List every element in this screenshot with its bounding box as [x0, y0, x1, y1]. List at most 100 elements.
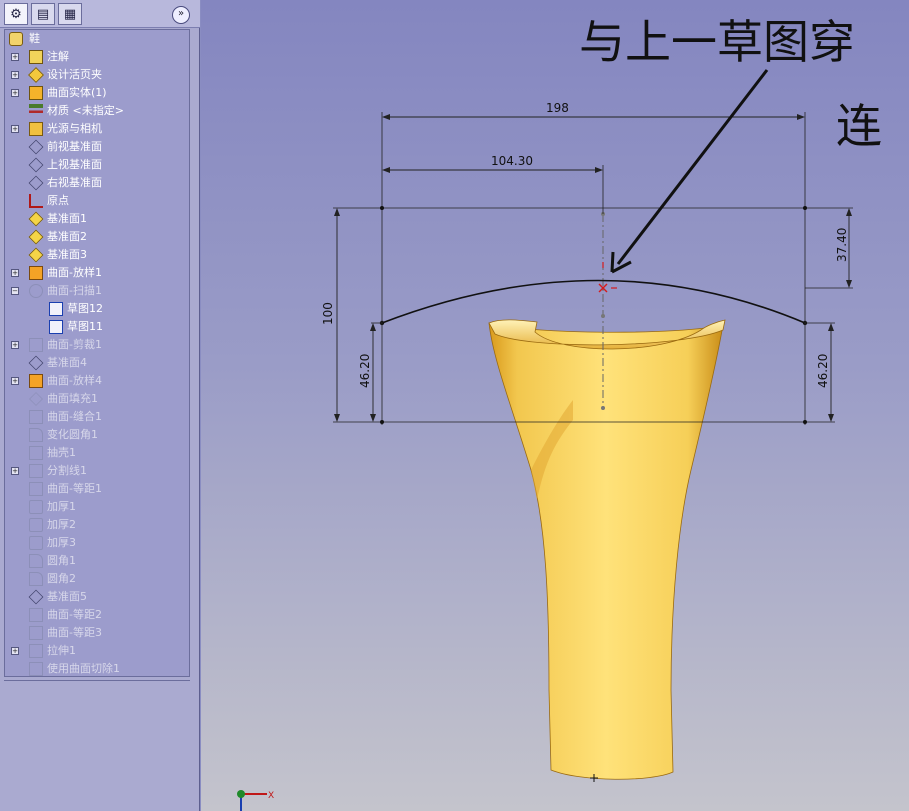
tree-item-label: 材质 <未指定>: [47, 104, 124, 117]
expand-icon[interactable]: +: [11, 377, 19, 385]
tree-item[interactable]: − 曲面-扫描1: [5, 282, 189, 300]
tree-item[interactable]: + 曲面-放样1: [5, 264, 189, 282]
dimension-100[interactable]: 100: [321, 208, 340, 422]
tree-item-label: 原点: [47, 194, 69, 207]
tree-item-label: 基准面5: [47, 590, 87, 603]
expand-icon[interactable]: +: [11, 269, 19, 277]
tree-item[interactable]: 曲面-等距2: [5, 606, 189, 624]
tree-item[interactable]: 基准面2: [5, 228, 189, 246]
coordinate-triad-icon: X: [237, 790, 274, 811]
panel-tab-bar: ⚙ ▤ ▦ »: [0, 0, 200, 28]
tree-item[interactable]: + 曲面-放样4: [5, 372, 189, 390]
tree-item[interactable]: 加厚1: [5, 498, 189, 516]
fillet-icon: [29, 572, 43, 586]
shell-icon: [29, 446, 43, 460]
tree-item[interactable]: 曲面-缝合1: [5, 408, 189, 426]
fillet-icon: [29, 554, 43, 568]
offset-icon: [29, 626, 43, 640]
ref-plane-icon: [28, 211, 44, 227]
trim-icon: [29, 338, 43, 352]
tree-item-label: 曲面实体(1): [47, 86, 107, 99]
dimension-37-40[interactable]: 37.40: [835, 208, 852, 288]
tree-item[interactable]: 右视基准面: [5, 174, 189, 192]
tree-item[interactable]: 圆角1: [5, 552, 189, 570]
tree-item[interactable]: 曲面填充1: [5, 390, 189, 408]
tree-item-label: 曲面-等距1: [47, 482, 102, 495]
tree-item-label: 设计活页夹: [47, 68, 102, 81]
tree-item[interactable]: + 曲面实体(1): [5, 84, 189, 102]
expand-icon[interactable]: +: [11, 467, 19, 475]
tree-item-label: 圆角1: [47, 554, 76, 567]
tree-item-label: 右视基准面: [47, 176, 102, 189]
tree-item[interactable]: 材质 <未指定>: [5, 102, 189, 120]
plane-icon: [28, 175, 44, 191]
pierce-point-icon[interactable]: [598, 262, 617, 293]
tree-item[interactable]: 草图11: [5, 318, 189, 336]
tree-item[interactable]: 原点: [5, 192, 189, 210]
dimension-46-20-right[interactable]: 46.20: [816, 323, 834, 422]
tree-item[interactable]: 变化圆角1: [5, 426, 189, 444]
part-icon: [9, 32, 23, 46]
expand-icon[interactable]: +: [11, 71, 19, 79]
feature-manager-tab-icon[interactable]: ⚙: [4, 3, 28, 25]
tree-item[interactable]: + 拉伸1: [5, 642, 189, 660]
tree-item[interactable]: 抽壳1: [5, 444, 189, 462]
dimension-104-30-value: 104.30: [491, 154, 533, 168]
tree-item[interactable]: 使用曲面切除1: [5, 660, 189, 678]
expand-panel-icon[interactable]: »: [172, 6, 190, 24]
tree-item-label: 前视基准面: [47, 140, 102, 153]
ref-plane-icon: [28, 247, 44, 263]
tree-item[interactable]: 曲面-等距1: [5, 480, 189, 498]
tree-item-label: 加厚3: [47, 536, 76, 549]
tree-item-label: 曲面-等距3: [47, 626, 102, 639]
property-manager-tab-icon[interactable]: ▤: [31, 3, 55, 25]
expand-icon[interactable]: +: [11, 89, 19, 97]
note-arrowhead: [610, 251, 632, 274]
panel-divider: [4, 680, 190, 687]
loft-icon: [29, 266, 43, 280]
plane-icon: [28, 139, 44, 155]
tree-item-label: 曲面-缝合1: [47, 410, 102, 423]
dimension-104-30[interactable]: 104.30: [382, 154, 603, 173]
tree-item[interactable]: 草图12: [5, 300, 189, 318]
sketch-arc[interactable]: [381, 279, 806, 324]
tree-item[interactable]: 加厚3: [5, 534, 189, 552]
model-view: 198 104.30 100 46.20 46.20 37.40 与上一草图穿 …: [237, 15, 882, 811]
tree-item[interactable]: 上视基准面: [5, 156, 189, 174]
note-line-2: 连: [836, 99, 882, 153]
tree-item[interactable]: 基准面5: [5, 588, 189, 606]
tree-item[interactable]: + 曲面-剪裁1: [5, 336, 189, 354]
tree-item[interactable]: 基准面4: [5, 354, 189, 372]
tree-item[interactable]: + 设计活页夹: [5, 66, 189, 84]
surface-bodies-icon: [29, 86, 43, 100]
tree-item[interactable]: + 注解: [5, 48, 189, 66]
dimension-37-40-value: 37.40: [835, 228, 849, 262]
centerline-point-bottom: [601, 406, 605, 410]
tree-item[interactable]: 圆角2: [5, 570, 189, 588]
expand-icon[interactable]: +: [11, 341, 19, 349]
split-line-icon: [29, 464, 43, 478]
shoe-last-part[interactable]: [488, 319, 726, 780]
tree-item-label: 加厚2: [47, 518, 76, 531]
tree-item[interactable]: 曲面-等距3: [5, 624, 189, 642]
tree-item[interactable]: 加厚2: [5, 516, 189, 534]
configuration-manager-tab-icon[interactable]: ▦: [58, 3, 82, 25]
surface-cut-icon: [29, 662, 43, 676]
expand-icon[interactable]: +: [11, 647, 19, 655]
tree-item[interactable]: + 分割线1: [5, 462, 189, 480]
tree-item[interactable]: 基准面1: [5, 210, 189, 228]
tree-item-label: 曲面-扫描1: [47, 284, 102, 297]
expand-icon[interactable]: +: [11, 125, 19, 133]
tree-item-label: 注解: [47, 50, 69, 63]
tree-root-part[interactable]: 鞋: [5, 30, 189, 48]
collapse-icon[interactable]: −: [11, 287, 19, 295]
tree-item[interactable]: + 光源与相机: [5, 120, 189, 138]
tree-item-label: 草图11: [67, 320, 103, 333]
expand-icon[interactable]: +: [11, 53, 19, 61]
tree-item[interactable]: 前视基准面: [5, 138, 189, 156]
tree-item[interactable]: 基准面3: [5, 246, 189, 264]
graphics-area[interactable]: 198 104.30 100 46.20 46.20 37.40 与上一草图穿 …: [201, 0, 909, 811]
tree-item-label: 曲面-等距2: [47, 608, 102, 621]
note-line-1: 与上一草图穿: [579, 15, 855, 69]
dimension-46-20-left[interactable]: 46.20: [358, 323, 376, 422]
